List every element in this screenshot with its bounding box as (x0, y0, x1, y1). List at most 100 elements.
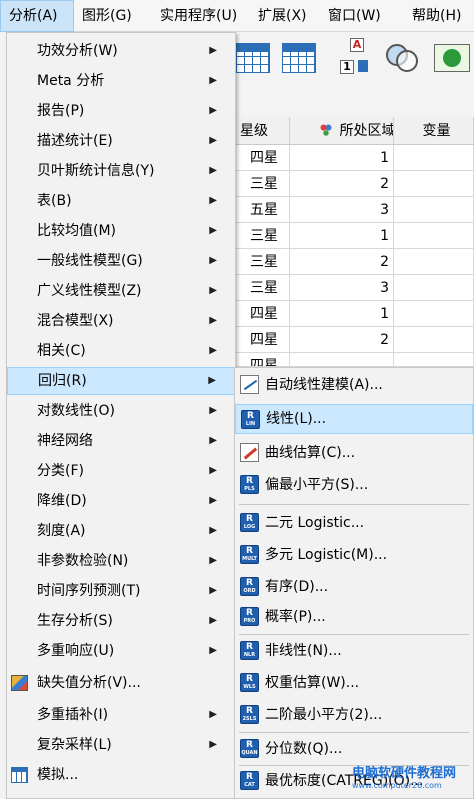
cell[interactable]: 2 (290, 171, 394, 196)
logistic-icon: R LOG (240, 513, 259, 532)
menu-graphs[interactable]: 图形(G) (74, 0, 152, 32)
cell[interactable]: 1 (290, 301, 394, 326)
submenu-arrow-icon: ▶ (209, 255, 217, 266)
menu-item-general-linear-model[interactable]: 一般线性模型(G) ▶ (7, 247, 235, 275)
menu-item-quantile[interactable]: R QUAN 分位数(Q)... (235, 734, 473, 764)
menu-separator (239, 504, 469, 505)
column-header-star[interactable]: 星级 (234, 117, 290, 144)
cell[interactable] (394, 353, 474, 366)
menu-item-ordinal[interactable]: R ORD 有序(D)... (235, 572, 473, 602)
menu-item-neural-networks[interactable]: 神经网络 ▶ (7, 427, 235, 455)
menu-item-tables[interactable]: 表(B) ▶ (7, 187, 235, 215)
submenu-arrow-icon: ▶ (209, 495, 217, 506)
menu-item-generalized-linear-models[interactable]: 广义线性模型(Z) ▶ (7, 277, 235, 305)
menu-item-scale[interactable]: 刻度(A) ▶ (7, 517, 235, 545)
cell[interactable] (394, 145, 474, 170)
menu-item-simulation[interactable]: 模拟... (7, 761, 235, 789)
cell[interactable]: 四星 (234, 145, 290, 170)
menu-item-dimension-reduction[interactable]: 降维(D) ▶ (7, 487, 235, 515)
menu-item-label: 对数线性(O) (37, 403, 115, 419)
cell[interactable]: 三星 (234, 171, 290, 196)
menu-item-complex-samples[interactable]: 复杂采样(L) ▶ (7, 731, 235, 759)
menu-item-reports[interactable]: 报告(P) ▶ (7, 97, 235, 125)
menu-item-binary-logistic[interactable]: R LOG 二元 Logistic... (235, 508, 473, 538)
menu-item-nonlinear[interactable]: R NLR 非线性(N)... (235, 636, 473, 666)
menu-item-compare-means[interactable]: 比较均值(M) ▶ (7, 217, 235, 245)
submenu-arrow-icon: ▶ (209, 285, 217, 296)
cell[interactable] (394, 197, 474, 222)
menu-extensions[interactable]: 扩展(X) (250, 0, 320, 32)
menu-item-label: 生存分析(S) (37, 613, 113, 629)
add-icon[interactable] (434, 44, 470, 72)
cell[interactable]: 四星 (234, 301, 290, 326)
menu-item-multinomial-logistic[interactable]: R MULT 多元 Logistic(M)... (235, 540, 473, 570)
cell[interactable]: 三星 (234, 249, 290, 274)
menu-item-label: 有序(D)... (265, 579, 329, 595)
menu-item-regression[interactable]: 回归(R) ▶ (7, 367, 235, 395)
cell[interactable]: 三星 (234, 223, 290, 248)
submenu-arrow-icon: ▶ (209, 435, 217, 446)
regression-submenu: 自动线性建模(A)... R LIN 线性(L)... 曲线估算(C)... R PL… (234, 367, 474, 799)
cell[interactable]: 四星 (234, 327, 290, 352)
cell[interactable]: 2 (290, 327, 394, 352)
weight-estimation-icon: R WLS (240, 673, 259, 692)
menu-item-multiple-response[interactable]: 多重响应(U) ▶ (7, 637, 235, 665)
cell[interactable] (290, 353, 394, 366)
venn-icon[interactable] (384, 38, 418, 78)
menu-window[interactable]: 窗口(W) (320, 0, 404, 32)
menu-item-label: 二阶最小平方(2)... (265, 707, 383, 723)
menu-item-forecasting[interactable]: 时间序列预测(T) ▶ (7, 577, 235, 605)
menu-item-correlate[interactable]: 相关(C) ▶ (7, 337, 235, 365)
column-header-region[interactable]: 所处区域 (290, 117, 394, 144)
letter-a-label: A (350, 38, 364, 52)
menu-item-descriptive-statistics[interactable]: 描述统计(E) ▶ (7, 127, 235, 155)
submenu-arrow-icon: ▶ (209, 345, 217, 356)
cell[interactable]: 3 (290, 275, 394, 300)
menu-item-nonparametric-tests[interactable]: 非参数检验(N) ▶ (7, 547, 235, 575)
cell[interactable]: 3 (290, 197, 394, 222)
menu-item-missing-value-analysis[interactable]: 缺失值分析(V)... (7, 669, 235, 697)
menu-item-mixed-models[interactable]: 混合模型(X) ▶ (7, 307, 235, 335)
menu-item-multiple-imputation[interactable]: 多重插补(I) ▶ (7, 701, 235, 729)
menu-analyze[interactable]: 分析(A) (0, 0, 74, 32)
menu-utilities[interactable]: 实用程序(U) (152, 0, 250, 32)
cell[interactable]: 1 (290, 145, 394, 170)
value-labels-icon[interactable]: A 1 (338, 38, 372, 78)
column-header-var[interactable]: 变量 (394, 117, 474, 144)
menu-item-probit[interactable]: R PRO 概率(P)... (235, 602, 473, 632)
menu-item-linear[interactable]: R LIN 线性(L)... (235, 404, 473, 434)
menu-item-label: 权重估算(W)... (265, 675, 360, 691)
ordinal-icon: R ORD (240, 577, 259, 596)
menu-item-curve-estimation[interactable]: 曲线估算(C)... (235, 438, 473, 468)
menu-item-power-analysis[interactable]: 功效分析(W) ▶ (7, 37, 235, 65)
menu-item-auto-linear-modeling[interactable]: 自动线性建模(A)... (235, 370, 473, 400)
cell[interactable]: 四星 (234, 353, 290, 366)
menu-item-weight-estimation[interactable]: R WLS 权重估算(W)... (235, 668, 473, 698)
table-icon[interactable] (236, 43, 270, 73)
menu-item-bayesian[interactable]: 贝叶斯统计信息(Y) ▶ (7, 157, 235, 185)
data-grid: 星级 所处区域 变量 四星 1 三星 2 五星 3 三星 1 三星 2 三星 3 四星 1 四… (234, 117, 474, 367)
cell[interactable]: 1 (290, 223, 394, 248)
submenu-arrow-icon: ▶ (208, 375, 216, 386)
cell[interactable] (394, 275, 474, 300)
watermark-url: www.computer26.com (352, 781, 442, 790)
cell[interactable]: 2 (290, 249, 394, 274)
submenu-arrow-icon: ▶ (209, 75, 217, 86)
cell[interactable] (394, 171, 474, 196)
cell[interactable] (394, 327, 474, 352)
cell[interactable] (394, 301, 474, 326)
cell[interactable]: 三星 (234, 275, 290, 300)
cell[interactable] (394, 223, 474, 248)
cell[interactable] (394, 249, 474, 274)
menu-item-label: 偏最小平方(S)... (265, 477, 369, 493)
menu-item-partial-least-squares[interactable]: R PLS 偏最小平方(S)... (235, 470, 473, 500)
menu-item-survival[interactable]: 生存分析(S) ▶ (7, 607, 235, 635)
cell[interactable]: 五星 (234, 197, 290, 222)
menu-item-two-stage-least-squares[interactable]: R 2SLS 二阶最小平方(2)... (235, 700, 473, 730)
menu-item-meta-analysis[interactable]: Meta 分析 ▶ (7, 67, 235, 95)
menu-item-loglinear[interactable]: 对数线性(O) ▶ (7, 397, 235, 425)
menu-item-classify[interactable]: 分类(F) ▶ (7, 457, 235, 485)
menu-help[interactable]: 帮助(H) (404, 0, 474, 32)
table-grid-icon[interactable] (282, 43, 316, 73)
menu-item-label: 一般线性模型(G) (37, 253, 143, 269)
